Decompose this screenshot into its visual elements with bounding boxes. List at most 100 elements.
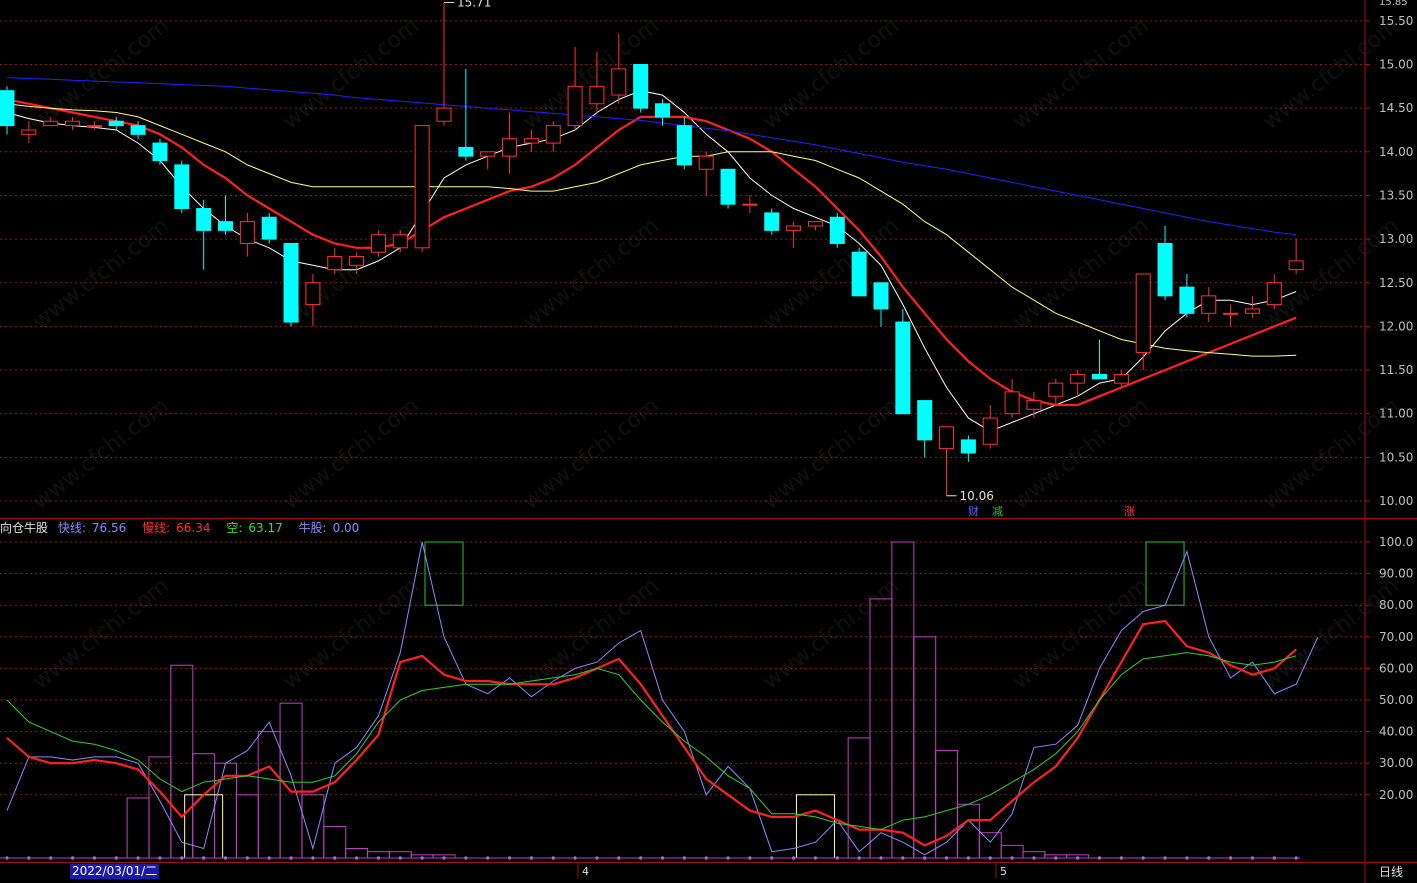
candle-body-up bbox=[1288, 260, 1304, 271]
watermark-text: www.cfchi.com bbox=[1258, 213, 1403, 334]
candle bbox=[152, 138, 168, 165]
bull-bar bbox=[235, 794, 259, 859]
candle bbox=[545, 121, 561, 152]
price-tick-label: 12.00 bbox=[1379, 319, 1413, 333]
watermark-text: www.cfchi.com bbox=[1008, 213, 1153, 334]
candle bbox=[829, 212, 845, 248]
badge-zhang[interactable]: 涨 bbox=[1124, 505, 1135, 518]
indicator-bull-label: 牛股: bbox=[298, 521, 327, 535]
candle-body-up bbox=[742, 203, 758, 206]
stock-chart[interactable]: 10.0010.5011.0011.5012.0012.5013.0013.50… bbox=[0, 0, 1417, 883]
bull-bar bbox=[956, 803, 980, 859]
watermark-text: www.cfchi.com bbox=[758, 393, 903, 514]
candle-body-down bbox=[655, 103, 670, 118]
signal-box bbox=[795, 794, 835, 859]
candle bbox=[786, 221, 802, 248]
price-tick-label: 12.50 bbox=[1379, 276, 1413, 290]
badge-jian[interactable]: 减 bbox=[992, 505, 1003, 518]
price-tick-label: 15.00 bbox=[1379, 58, 1413, 72]
candle bbox=[982, 404, 998, 449]
candle-body-up bbox=[305, 282, 321, 306]
watermark-text: www.cfchi.com bbox=[278, 213, 423, 334]
candle-body-down bbox=[873, 282, 889, 310]
candle-body-up bbox=[982, 417, 998, 445]
watermark-text: www.cfchi.com bbox=[28, 13, 173, 134]
candle bbox=[108, 116, 124, 130]
candle bbox=[1201, 287, 1217, 323]
watermark-text: www.cfchi.com bbox=[1008, 13, 1153, 134]
candle-body-up bbox=[370, 234, 386, 253]
candle-body-down bbox=[720, 168, 736, 205]
candle-body-down bbox=[458, 146, 474, 157]
candle bbox=[1092, 339, 1107, 380]
candle-body-up bbox=[436, 107, 452, 122]
candle-body-up bbox=[1004, 391, 1020, 415]
candle bbox=[807, 221, 823, 231]
price-top-label: 15.85 bbox=[1379, 0, 1408, 8]
candle-body-down bbox=[108, 120, 124, 127]
candle bbox=[283, 242, 299, 327]
candle bbox=[218, 195, 233, 235]
indicator-slow: 慢线: 66.34 bbox=[142, 521, 216, 535]
candle bbox=[764, 208, 780, 235]
candle bbox=[1266, 274, 1282, 309]
indicator-tick-label: 70.00 bbox=[1379, 630, 1413, 644]
candle bbox=[960, 435, 976, 462]
candle bbox=[851, 247, 867, 297]
candle-body-down bbox=[851, 251, 867, 297]
candle-body-down bbox=[152, 142, 168, 162]
indicator-tick-label: 50.00 bbox=[1379, 693, 1413, 707]
indicator-fast-value: 76.56 bbox=[91, 521, 127, 535]
candle bbox=[502, 112, 518, 174]
watermark-text: www.cfchi.com bbox=[278, 573, 423, 694]
watermark-text: www.cfchi.com bbox=[28, 573, 173, 694]
candle-body-up bbox=[65, 120, 81, 127]
candle bbox=[480, 151, 496, 170]
watermark-text: www.cfchi.com bbox=[1008, 573, 1153, 694]
candle-body-up bbox=[1135, 273, 1151, 354]
watermark-text: www.cfchi.com bbox=[758, 573, 903, 694]
candle-body-up bbox=[1070, 373, 1086, 384]
candle bbox=[0, 86, 15, 135]
candle bbox=[720, 168, 736, 209]
indicator-empty: 空: 63.17 bbox=[226, 521, 288, 535]
candle bbox=[239, 212, 255, 257]
candle-body-up bbox=[43, 120, 59, 127]
candle bbox=[327, 247, 343, 275]
candle bbox=[261, 212, 277, 244]
period-label[interactable]: 日线 bbox=[1379, 863, 1403, 880]
candle-body-up bbox=[589, 85, 605, 105]
candle-body-up bbox=[698, 155, 714, 170]
candle-body-down bbox=[829, 216, 845, 244]
candle bbox=[1135, 273, 1151, 371]
indicator-bull: 牛股: 0.00 bbox=[299, 521, 366, 535]
watermark-text: www.cfchi.com bbox=[278, 13, 423, 134]
indicator-line-1 bbox=[6, 619, 1297, 847]
candle-body-up bbox=[349, 256, 365, 266]
candle bbox=[86, 121, 102, 130]
badge-cai[interactable]: 财 bbox=[968, 505, 979, 518]
candle bbox=[436, 2, 452, 126]
candle bbox=[1179, 274, 1195, 318]
indicator-tick-label: 20.00 bbox=[1379, 788, 1413, 802]
candle-body-down bbox=[218, 221, 233, 231]
bull-bar bbox=[126, 797, 150, 859]
candle-body-down bbox=[174, 164, 190, 210]
candle-body-up bbox=[1113, 373, 1129, 384]
candle bbox=[698, 151, 714, 196]
bull-bar bbox=[869, 598, 893, 859]
indicator-header: 向仓牛股 快线: 76.56 慢线: 66.34 空: 63.17 牛股: 0.00 bbox=[0, 519, 371, 537]
candle-body-up bbox=[567, 85, 583, 127]
candle-body-up bbox=[523, 138, 539, 144]
candle-body-up bbox=[21, 129, 37, 135]
candle bbox=[742, 195, 758, 213]
candle-body-down bbox=[1092, 373, 1107, 380]
candle-body-up bbox=[86, 125, 102, 128]
candle-body-down bbox=[764, 212, 780, 231]
candle-body-down bbox=[1179, 286, 1195, 314]
candle-body-up bbox=[807, 221, 823, 227]
candle bbox=[174, 160, 190, 213]
candle bbox=[633, 64, 649, 113]
candle bbox=[65, 116, 81, 130]
candle bbox=[1026, 391, 1042, 419]
